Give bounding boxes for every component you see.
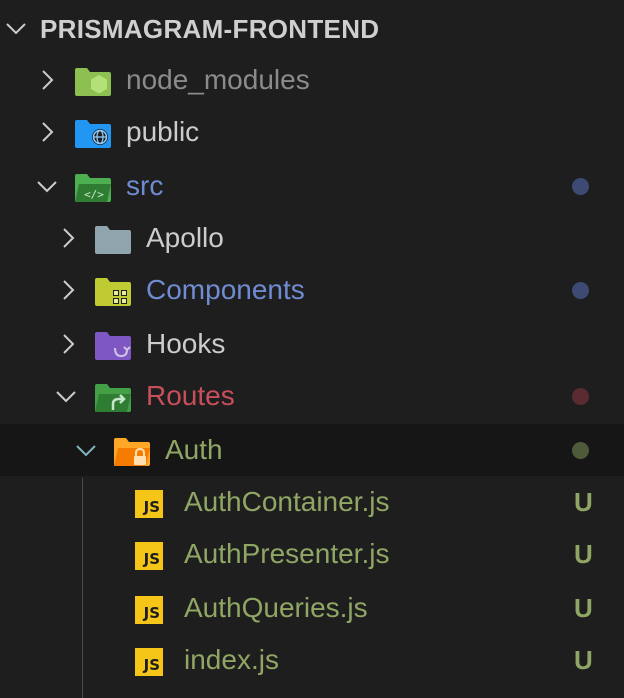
tree-label: node_modules bbox=[126, 64, 310, 95]
chevron-right-icon bbox=[57, 333, 79, 355]
untracked-badge: U bbox=[574, 645, 593, 675]
explorer-root-header[interactable]: PRISMAGRAM-FRONTEND bbox=[0, 2, 624, 54]
tree-folder-node-modules[interactable]: node_modules bbox=[0, 54, 624, 106]
explorer-root-label: PRISMAGRAM-FRONTEND bbox=[40, 14, 380, 44]
tree-label: src bbox=[126, 170, 164, 201]
js-file-icon: JS bbox=[135, 490, 163, 518]
tree-folder-hooks[interactable]: Hooks bbox=[0, 318, 624, 370]
tree-label: Auth bbox=[165, 434, 223, 465]
modified-status-dot bbox=[572, 178, 589, 195]
chevron-down-icon bbox=[75, 439, 97, 461]
tree-file-authcontainer[interactable]: JS AuthContainer.js U bbox=[0, 476, 624, 528]
untracked-badge: U bbox=[574, 487, 593, 517]
tree-folder-routes[interactable]: Routes bbox=[0, 370, 624, 422]
chevron-right-icon bbox=[36, 121, 58, 143]
tree-file-authpresenter[interactable]: JS AuthPresenter.js U bbox=[0, 528, 624, 580]
tree-label: Components bbox=[146, 274, 305, 305]
auth-folder-icon bbox=[114, 436, 150, 466]
src-folder-icon: </> bbox=[75, 172, 111, 202]
routes-folder-icon bbox=[95, 382, 131, 412]
chevron-right-icon bbox=[57, 279, 79, 301]
js-icon-text: JS bbox=[143, 656, 160, 674]
modified-status-dot bbox=[572, 282, 589, 299]
hooks-folder-icon bbox=[95, 330, 131, 360]
tree-file-index[interactable]: JS index.js U bbox=[0, 634, 624, 686]
tree-label: Routes bbox=[146, 380, 235, 411]
tree-folder-src[interactable]: </> src bbox=[0, 160, 624, 212]
js-file-icon: JS bbox=[135, 542, 163, 570]
tree-label: AuthPresenter.js bbox=[184, 538, 390, 569]
tree-label: AuthContainer.js bbox=[184, 486, 390, 517]
tree-folder-public[interactable]: public bbox=[0, 106, 624, 158]
chevron-right-icon bbox=[57, 227, 79, 249]
tree-folder-apollo[interactable]: Apollo bbox=[0, 212, 624, 264]
chevron-down-icon bbox=[5, 17, 27, 39]
tree-folder-components[interactable]: Components bbox=[0, 264, 624, 316]
conflict-status-dot bbox=[572, 388, 589, 405]
components-folder-icon bbox=[95, 276, 131, 306]
chevron-right-icon bbox=[36, 69, 58, 91]
tree-label: AuthQueries.js bbox=[184, 592, 368, 623]
tree-label: Apollo bbox=[146, 222, 224, 253]
public-folder-icon bbox=[75, 118, 111, 148]
tree-label: index.js bbox=[184, 644, 279, 675]
tree-folder-auth[interactable]: Auth bbox=[0, 424, 624, 476]
untracked-badge: U bbox=[574, 539, 593, 569]
js-file-icon: JS bbox=[135, 648, 163, 676]
untracked-badge: U bbox=[574, 593, 593, 623]
chevron-down-icon bbox=[36, 175, 58, 197]
tree-label: public bbox=[126, 116, 200, 147]
js-file-icon: JS bbox=[135, 596, 163, 624]
js-icon-text: JS bbox=[143, 550, 160, 568]
node-modules-folder-icon bbox=[75, 66, 111, 96]
chevron-down-icon bbox=[55, 385, 77, 407]
js-icon-text: JS bbox=[143, 498, 160, 516]
tree-label: Hooks bbox=[146, 328, 226, 359]
untracked-status-dot bbox=[572, 442, 589, 459]
js-icon-text: JS bbox=[143, 604, 160, 622]
svg-text:</>: </> bbox=[84, 188, 104, 201]
folder-icon bbox=[95, 224, 131, 254]
tree-file-authqueries[interactable]: JS AuthQueries.js U bbox=[0, 582, 624, 634]
